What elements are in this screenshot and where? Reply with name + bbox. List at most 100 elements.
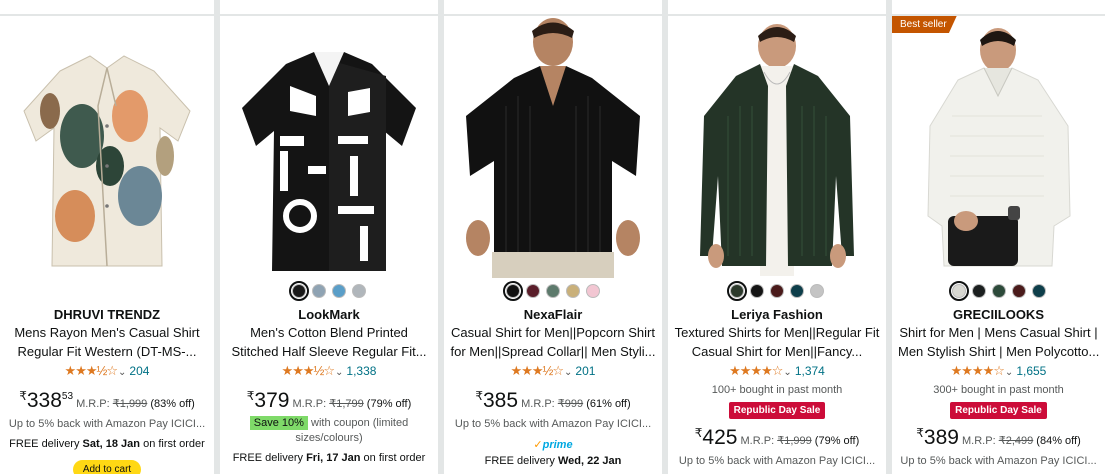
star-rating-icon: ★★★½☆ xyxy=(64,363,118,378)
product-title-line[interactable]: Shirt for Men | Mens Casual Shirt | xyxy=(898,323,1099,342)
product-title-line[interactable]: Men Stylish Shirt | Men Polycotto... xyxy=(898,342,1099,361)
coupon[interactable]: Save 10% with coupon (limited sizes/colo… xyxy=(220,416,438,446)
mrp: ₹2,499 xyxy=(998,435,1034,447)
product-title-line[interactable]: Casual Shirt for Men||Popcorn Shirt xyxy=(450,323,656,342)
color-swatch[interactable] xyxy=(1031,284,1046,298)
rating[interactable]: ★★★½☆⌄ 204 xyxy=(0,362,214,382)
color-swatch[interactable] xyxy=(991,284,1006,298)
price: ₹33853 M.R.P: ₹1,999 (83% off) xyxy=(0,384,214,416)
delivery-info: FREE delivery Fri, 17 Jan on first order xyxy=(220,450,438,466)
color-swatch[interactable] xyxy=(503,281,523,301)
color-swatch[interactable] xyxy=(312,284,326,298)
product-image[interactable] xyxy=(0,16,214,278)
rating-count[interactable]: 201 xyxy=(575,364,595,378)
chevron-down-icon[interactable]: ⌄ xyxy=(1005,367,1013,378)
delivery-prefix: FREE delivery xyxy=(484,455,555,467)
mrp-label: M.R.P: xyxy=(962,435,996,447)
delivery-info: FREE delivery Wed, 22 Jan xyxy=(444,453,662,469)
color-swatch[interactable] xyxy=(790,284,804,298)
product-title[interactable]: Men's Cotton Blend Printed Stitched Half… xyxy=(220,323,438,361)
product-brand: NexaFlair xyxy=(523,307,583,322)
product-title[interactable]: Casual Shirt for Men||Popcorn Shirt for … xyxy=(444,323,662,361)
product-title[interactable]: Mens Rayon Men's Casual Shirt Regular Fi… xyxy=(0,323,214,361)
color-swatch[interactable] xyxy=(526,284,540,298)
mrp: ₹999 xyxy=(557,398,584,410)
product-title-line[interactable]: Textured Shirts for Men||Regular Fit xyxy=(674,323,880,342)
deal-badge: Republic Day Sale xyxy=(728,402,826,419)
color-swatch[interactable] xyxy=(352,284,366,298)
prime-label: prime xyxy=(542,439,573,451)
product-brand: GRECIILOOKS xyxy=(952,307,1044,322)
previous-row-bottom xyxy=(0,0,1105,14)
rating-count[interactable]: 204 xyxy=(129,364,149,378)
product-brand: LookMark xyxy=(298,307,360,322)
coupon-tag[interactable]: Save 10% xyxy=(249,416,308,430)
bought-count: 300+ bought in past month xyxy=(933,384,1064,396)
coupon-text: with coupon (limited sizes/colours) xyxy=(295,417,409,444)
product-card[interactable]: LookMark Men's Cotton Blend Printed Stit… xyxy=(220,16,438,474)
delivery-prefix: FREE delivery xyxy=(232,452,303,464)
color-swatch[interactable] xyxy=(810,284,824,298)
rating[interactable]: ★★★★☆⌄ 1,374 xyxy=(668,362,886,382)
discount: (79% off) xyxy=(366,398,412,410)
product-title-line[interactable]: Regular Fit Western (DT-MS-... xyxy=(6,342,208,361)
star-rating-icon: ★★★½☆ xyxy=(510,363,564,378)
product-image[interactable] xyxy=(444,16,662,278)
color-swatch[interactable] xyxy=(586,284,600,298)
mrp: ₹1,999 xyxy=(777,435,812,447)
add-to-cart-button[interactable]: Add to cart xyxy=(72,460,142,474)
discount: (83% off) xyxy=(150,398,195,410)
delivery-suffix: on first order xyxy=(363,452,426,464)
color-swatch[interactable] xyxy=(727,281,747,301)
deal-badge: Republic Day Sale xyxy=(950,402,1047,419)
chevron-down-icon[interactable]: ⌄ xyxy=(335,367,343,378)
product-card[interactable]: NexaFlair Casual Shirt for Men||Popcorn … xyxy=(444,16,662,474)
color-swatches xyxy=(668,281,886,302)
rating-count[interactable]: 1,338 xyxy=(346,364,376,378)
color-swatch[interactable] xyxy=(289,281,309,301)
rating[interactable]: ★★★★☆⌄ 1,655 xyxy=(892,362,1105,382)
product-image[interactable] xyxy=(668,16,886,278)
chevron-down-icon[interactable]: ⌄ xyxy=(118,367,126,378)
mrp-label: M.R.P: xyxy=(292,398,327,410)
product-card[interactable]: DHRUVI TRENDZ Mens Rayon Men's Casual Sh… xyxy=(0,16,214,474)
best-seller-badge: Best seller xyxy=(892,16,957,33)
currency-symbol: ₹ xyxy=(475,389,483,403)
color-swatch[interactable] xyxy=(770,284,784,298)
color-swatch[interactable] xyxy=(546,284,560,298)
product-card[interactable]: Leriya Fashion Textured Shirts for Men||… xyxy=(668,16,886,474)
color-swatch[interactable] xyxy=(750,284,764,298)
product-title-line[interactable]: Stitched Half Sleeve Regular Fit... xyxy=(226,342,432,361)
chevron-down-icon[interactable]: ⌄ xyxy=(564,367,572,378)
color-swatches xyxy=(220,281,438,302)
product-title-line[interactable]: Men's Cotton Blend Printed xyxy=(226,323,432,342)
product-image[interactable] xyxy=(220,16,438,278)
price: ₹425 M.R.P: ₹1,999 (79% off) xyxy=(668,421,886,453)
rating-count[interactable]: 1,655 xyxy=(1016,364,1046,378)
color-swatch[interactable] xyxy=(332,284,346,298)
mrp-label: M.R.P: xyxy=(521,398,555,410)
product-title[interactable]: Shirt for Men | Mens Casual Shirt | Men … xyxy=(892,323,1105,361)
product-card[interactable]: Best seller GRECIILOOKS Shirt for Men | xyxy=(892,16,1105,474)
rating-count[interactable]: 1,374 xyxy=(795,364,825,378)
product-title-line[interactable]: Mens Rayon Men's Casual Shirt xyxy=(6,323,208,342)
product-image[interactable] xyxy=(892,16,1105,278)
mrp: ₹1,799 xyxy=(329,398,364,410)
product-title-line[interactable]: for Men||Spread Collar|| Men Styli... xyxy=(450,342,656,361)
color-swatch[interactable] xyxy=(948,281,969,301)
delivery-date: Sat, 18 Jan xyxy=(82,438,141,450)
delivery-date: Fri, 17 Jan xyxy=(306,452,361,464)
product-title[interactable]: Textured Shirts for Men||Regular Fit Cas… xyxy=(668,323,886,361)
rating[interactable]: ★★★½☆⌄ 1,338 xyxy=(220,362,438,382)
color-swatch[interactable] xyxy=(566,284,580,298)
chevron-down-icon[interactable]: ⌄ xyxy=(783,367,791,378)
currency-symbol: ₹ xyxy=(19,389,27,403)
mrp-label: M.R.P: xyxy=(76,398,110,410)
mrp: ₹1,999 xyxy=(112,398,148,410)
product-title-line[interactable]: Casual Shirt for Men||Fancy... xyxy=(674,342,880,361)
color-swatch[interactable] xyxy=(1011,284,1026,298)
color-swatch[interactable] xyxy=(971,284,986,298)
cashback-note: Up to 5% back with Amazon Pay ICICI... xyxy=(8,418,206,430)
product-brand: DHRUVI TRENDZ xyxy=(53,307,161,322)
rating[interactable]: ★★★½☆⌄ 201 xyxy=(444,362,662,382)
